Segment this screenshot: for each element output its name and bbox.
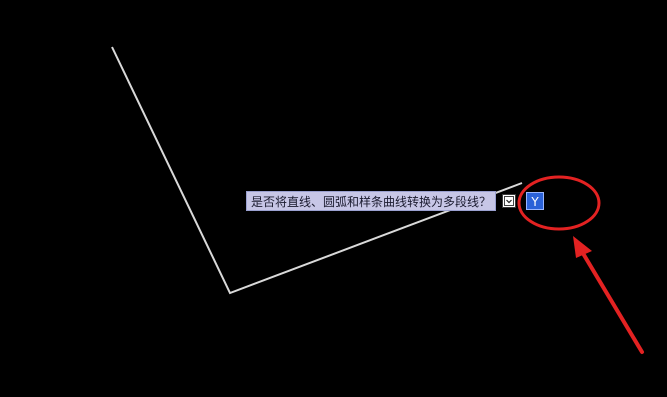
- dropdown-arrow-icon[interactable]: [502, 194, 517, 208]
- annotation-arrow: [573, 236, 644, 354]
- drawn-polyline[interactable]: [111, 46, 523, 295]
- answer-input[interactable]: Y: [526, 192, 545, 210]
- cad-drawing-canvas[interactable]: 是否将直线、圆弧和样条曲线转换为多段线？ Y: [0, 0, 667, 397]
- command-prompt: 是否将直线、圆弧和样条曲线转换为多段线？ Y: [246, 191, 545, 211]
- prompt-question: 是否将直线、圆弧和样条曲线转换为多段线？: [246, 191, 497, 211]
